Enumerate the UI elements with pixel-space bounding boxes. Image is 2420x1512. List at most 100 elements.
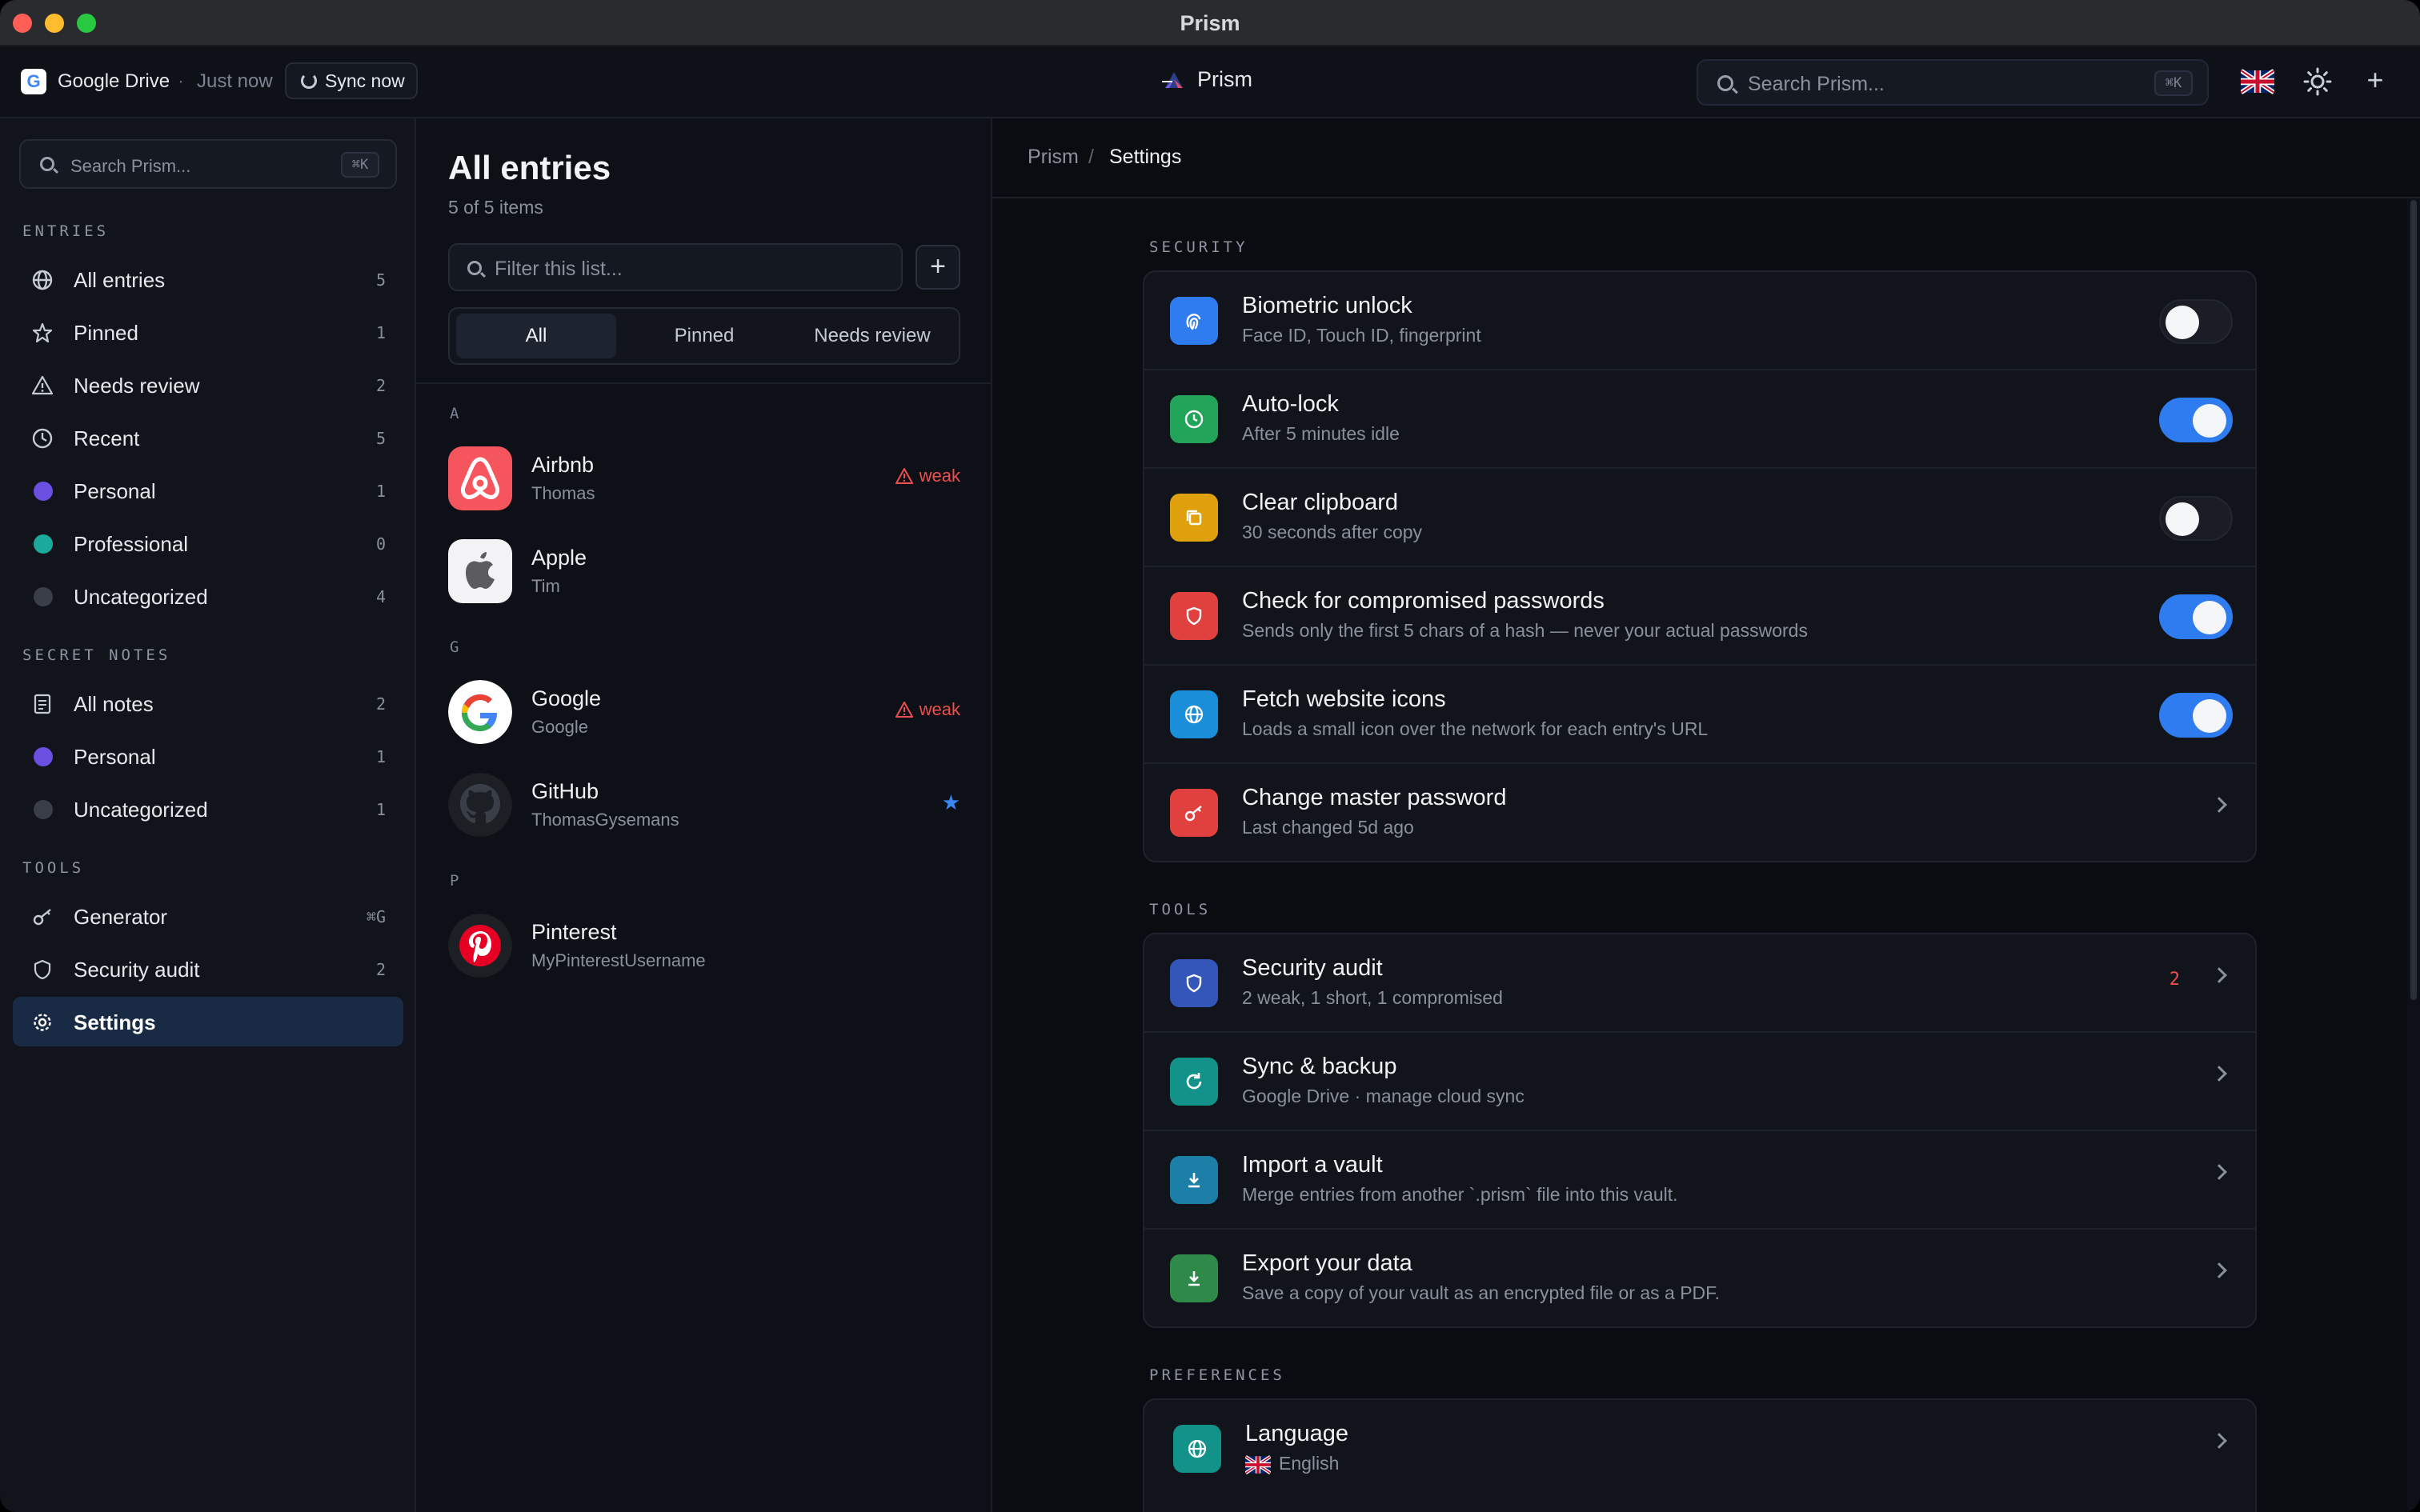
preference-language[interactable]: Language English (1144, 1400, 2255, 1498)
sidebar-item-notes-uncategorized[interactable]: Uncategorized 1 (13, 784, 403, 834)
tools-card: Security audit 2 weak, 1 short, 1 compro… (1143, 933, 2257, 1328)
sidebar-search-input[interactable]: Search Prism... ⌘K (19, 139, 397, 189)
sidebar-item-all-notes[interactable]: All notes 2 (13, 678, 403, 728)
search-placeholder: Search Prism... (1748, 73, 1885, 95)
biometric-unlock-toggle[interactable] (2159, 299, 2233, 344)
setting-description: 30 seconds after copy (1242, 522, 1423, 542)
list-count: 5 of 5 items (448, 197, 543, 218)
breadcrumb-current: Settings (1109, 146, 1182, 168)
brand-name: Prism (1197, 67, 1252, 91)
filter-input[interactable]: Filter this list... (448, 243, 903, 291)
entry-username: Tim (531, 576, 560, 596)
entry-username: MyPinterestUsername (531, 950, 706, 970)
entry-apple[interactable]: Apple Tim (432, 533, 976, 610)
add-entry-button[interactable]: + (916, 245, 960, 290)
add-button[interactable]: + (2361, 64, 2390, 96)
sidebar-item-all-entries[interactable]: All entries 5 (13, 254, 403, 304)
setting-biometric-unlock[interactable]: Biometric unlock Face ID, Touch ID, fing… (1144, 272, 2255, 370)
segment-needs-review[interactable]: Needs review (792, 314, 952, 358)
setting-clear-clipboard[interactable]: Clear clipboard 30 seconds after copy (1144, 469, 2255, 567)
sidebar-item-label: All entries (74, 268, 166, 292)
warning-icon (895, 468, 913, 484)
entry-username: Google (531, 717, 588, 737)
group-letter: G (450, 638, 459, 656)
sidebar-item-count: 2 (375, 376, 386, 395)
sidebar-item-security-audit[interactable]: Security audit 2 (13, 944, 403, 994)
entry-github[interactable]: GitHub ThomasGysemans ★ (432, 766, 976, 843)
setting-description: Face ID, Touch ID, fingerprint (1242, 325, 1481, 346)
tool-title: Security audit (1242, 955, 1383, 981)
breadcrumb-root[interactable]: Prism (1028, 146, 1079, 169)
github-logo-icon (448, 773, 512, 837)
list-title: All entries (448, 149, 611, 186)
fetch-icons-toggle[interactable] (2159, 693, 2233, 738)
gear-icon (34, 1014, 51, 1031)
compromised-check-toggle[interactable] (2159, 594, 2233, 639)
setting-auto-lock[interactable]: Auto-lock After 5 minutes idle (1144, 370, 2255, 469)
sidebar-item-settings[interactable]: Settings (13, 997, 403, 1046)
setting-change-master-password[interactable]: Change master password Last changed 5d a… (1144, 764, 2255, 861)
entry-username: ThomasGysemans (531, 810, 679, 830)
badge-label: weak (919, 699, 960, 719)
prism-logo-icon (1162, 71, 1183, 88)
sync-now-button[interactable]: Sync now (285, 62, 418, 99)
chevron-right-icon (2211, 797, 2227, 813)
entry-name: Google (531, 686, 602, 710)
segment-all[interactable]: All (456, 314, 616, 358)
globe-icon (32, 270, 53, 290)
sync-now-label: Sync now (325, 70, 405, 91)
divider (416, 382, 992, 384)
sun-icon[interactable] (2303, 67, 2332, 96)
sidebar-item-personal[interactable]: Personal 1 (13, 466, 403, 515)
clock-icon (1170, 395, 1218, 443)
tool-export-data[interactable]: Export your data Save a copy of your vau… (1144, 1230, 2255, 1326)
chevron-right-icon (2211, 1066, 2227, 1082)
refresh-icon (1170, 1058, 1218, 1106)
sidebar-item-generator[interactable]: Generator ⌘G (13, 891, 403, 941)
sync-time: Just now (197, 70, 273, 92)
shield-icon (1170, 592, 1218, 640)
segment-pinned[interactable]: Pinned (624, 314, 784, 358)
entry-airbnb[interactable]: Airbnb Thomas weak (432, 440, 976, 517)
sidebar-item-count: 2 (375, 694, 386, 714)
tool-import-vault[interactable]: Import a vault Merge entries from anothe… (1144, 1131, 2255, 1230)
setting-fetch-icons[interactable]: Fetch website icons Loads a small icon o… (1144, 666, 2255, 764)
sidebar-item-uncategorized[interactable]: Uncategorized 4 (13, 571, 403, 621)
sync-provider-label: Google Drive (58, 70, 170, 92)
tool-title: Import a vault (1242, 1152, 1383, 1178)
preferences-card: Language English (1143, 1398, 2257, 1512)
shield-icon (34, 959, 51, 980)
clear-clipboard-toggle[interactable] (2159, 496, 2233, 541)
badge-label: weak (919, 466, 960, 486)
setting-title: Change master password (1242, 785, 1507, 810)
setting-title: Biometric unlock (1242, 293, 1412, 318)
search-input[interactable]: Search Prism... ⌘K (1697, 59, 2209, 106)
chevron-right-icon (2211, 1433, 2227, 1449)
sidebar-item-label: Recent (74, 426, 140, 450)
scrollbar[interactable] (2407, 198, 2420, 1512)
sidebar-item-notes-personal[interactable]: Personal 1 (13, 731, 403, 781)
entry-google[interactable]: Google Google weak (432, 674, 976, 750)
entry-name: Pinterest (531, 920, 617, 944)
entry-name: Airbnb (531, 453, 595, 477)
category-dot-icon (34, 482, 53, 501)
search-shortcut: ⌘K (2154, 70, 2193, 96)
auto-lock-toggle[interactable] (2159, 398, 2233, 442)
tool-security-audit[interactable]: Security audit 2 weak, 1 short, 1 compro… (1144, 934, 2255, 1033)
search-icon (1717, 75, 1733, 91)
sidebar-item-recent[interactable]: Recent 5 (13, 413, 403, 462)
tool-description: Google Drive · manage cloud sync (1242, 1086, 1525, 1106)
sidebar-item-professional[interactable]: Professional 0 (13, 518, 403, 568)
scrollbar-thumb[interactable] (2410, 200, 2417, 1000)
sidebar-item-needs-review[interactable]: Needs review 2 (13, 360, 403, 410)
uk-flag-icon[interactable] (2241, 69, 2274, 94)
brand: Prism (1162, 67, 1252, 92)
setting-compromised-check[interactable]: Check for compromised passwords Sends on… (1144, 567, 2255, 666)
chevron-right-icon (2211, 967, 2227, 983)
warning-icon (895, 702, 913, 718)
entry-list-panel: All entries 5 of 5 items Filter this lis… (416, 118, 992, 1512)
sidebar-item-pinned[interactable]: Pinned 1 (13, 307, 403, 357)
tool-sync-backup[interactable]: Sync & backup Google Drive · manage clou… (1144, 1033, 2255, 1131)
preference-title: Language (1245, 1421, 1349, 1446)
entry-pinterest[interactable]: Pinterest MyPinterestUsername (432, 907, 976, 984)
